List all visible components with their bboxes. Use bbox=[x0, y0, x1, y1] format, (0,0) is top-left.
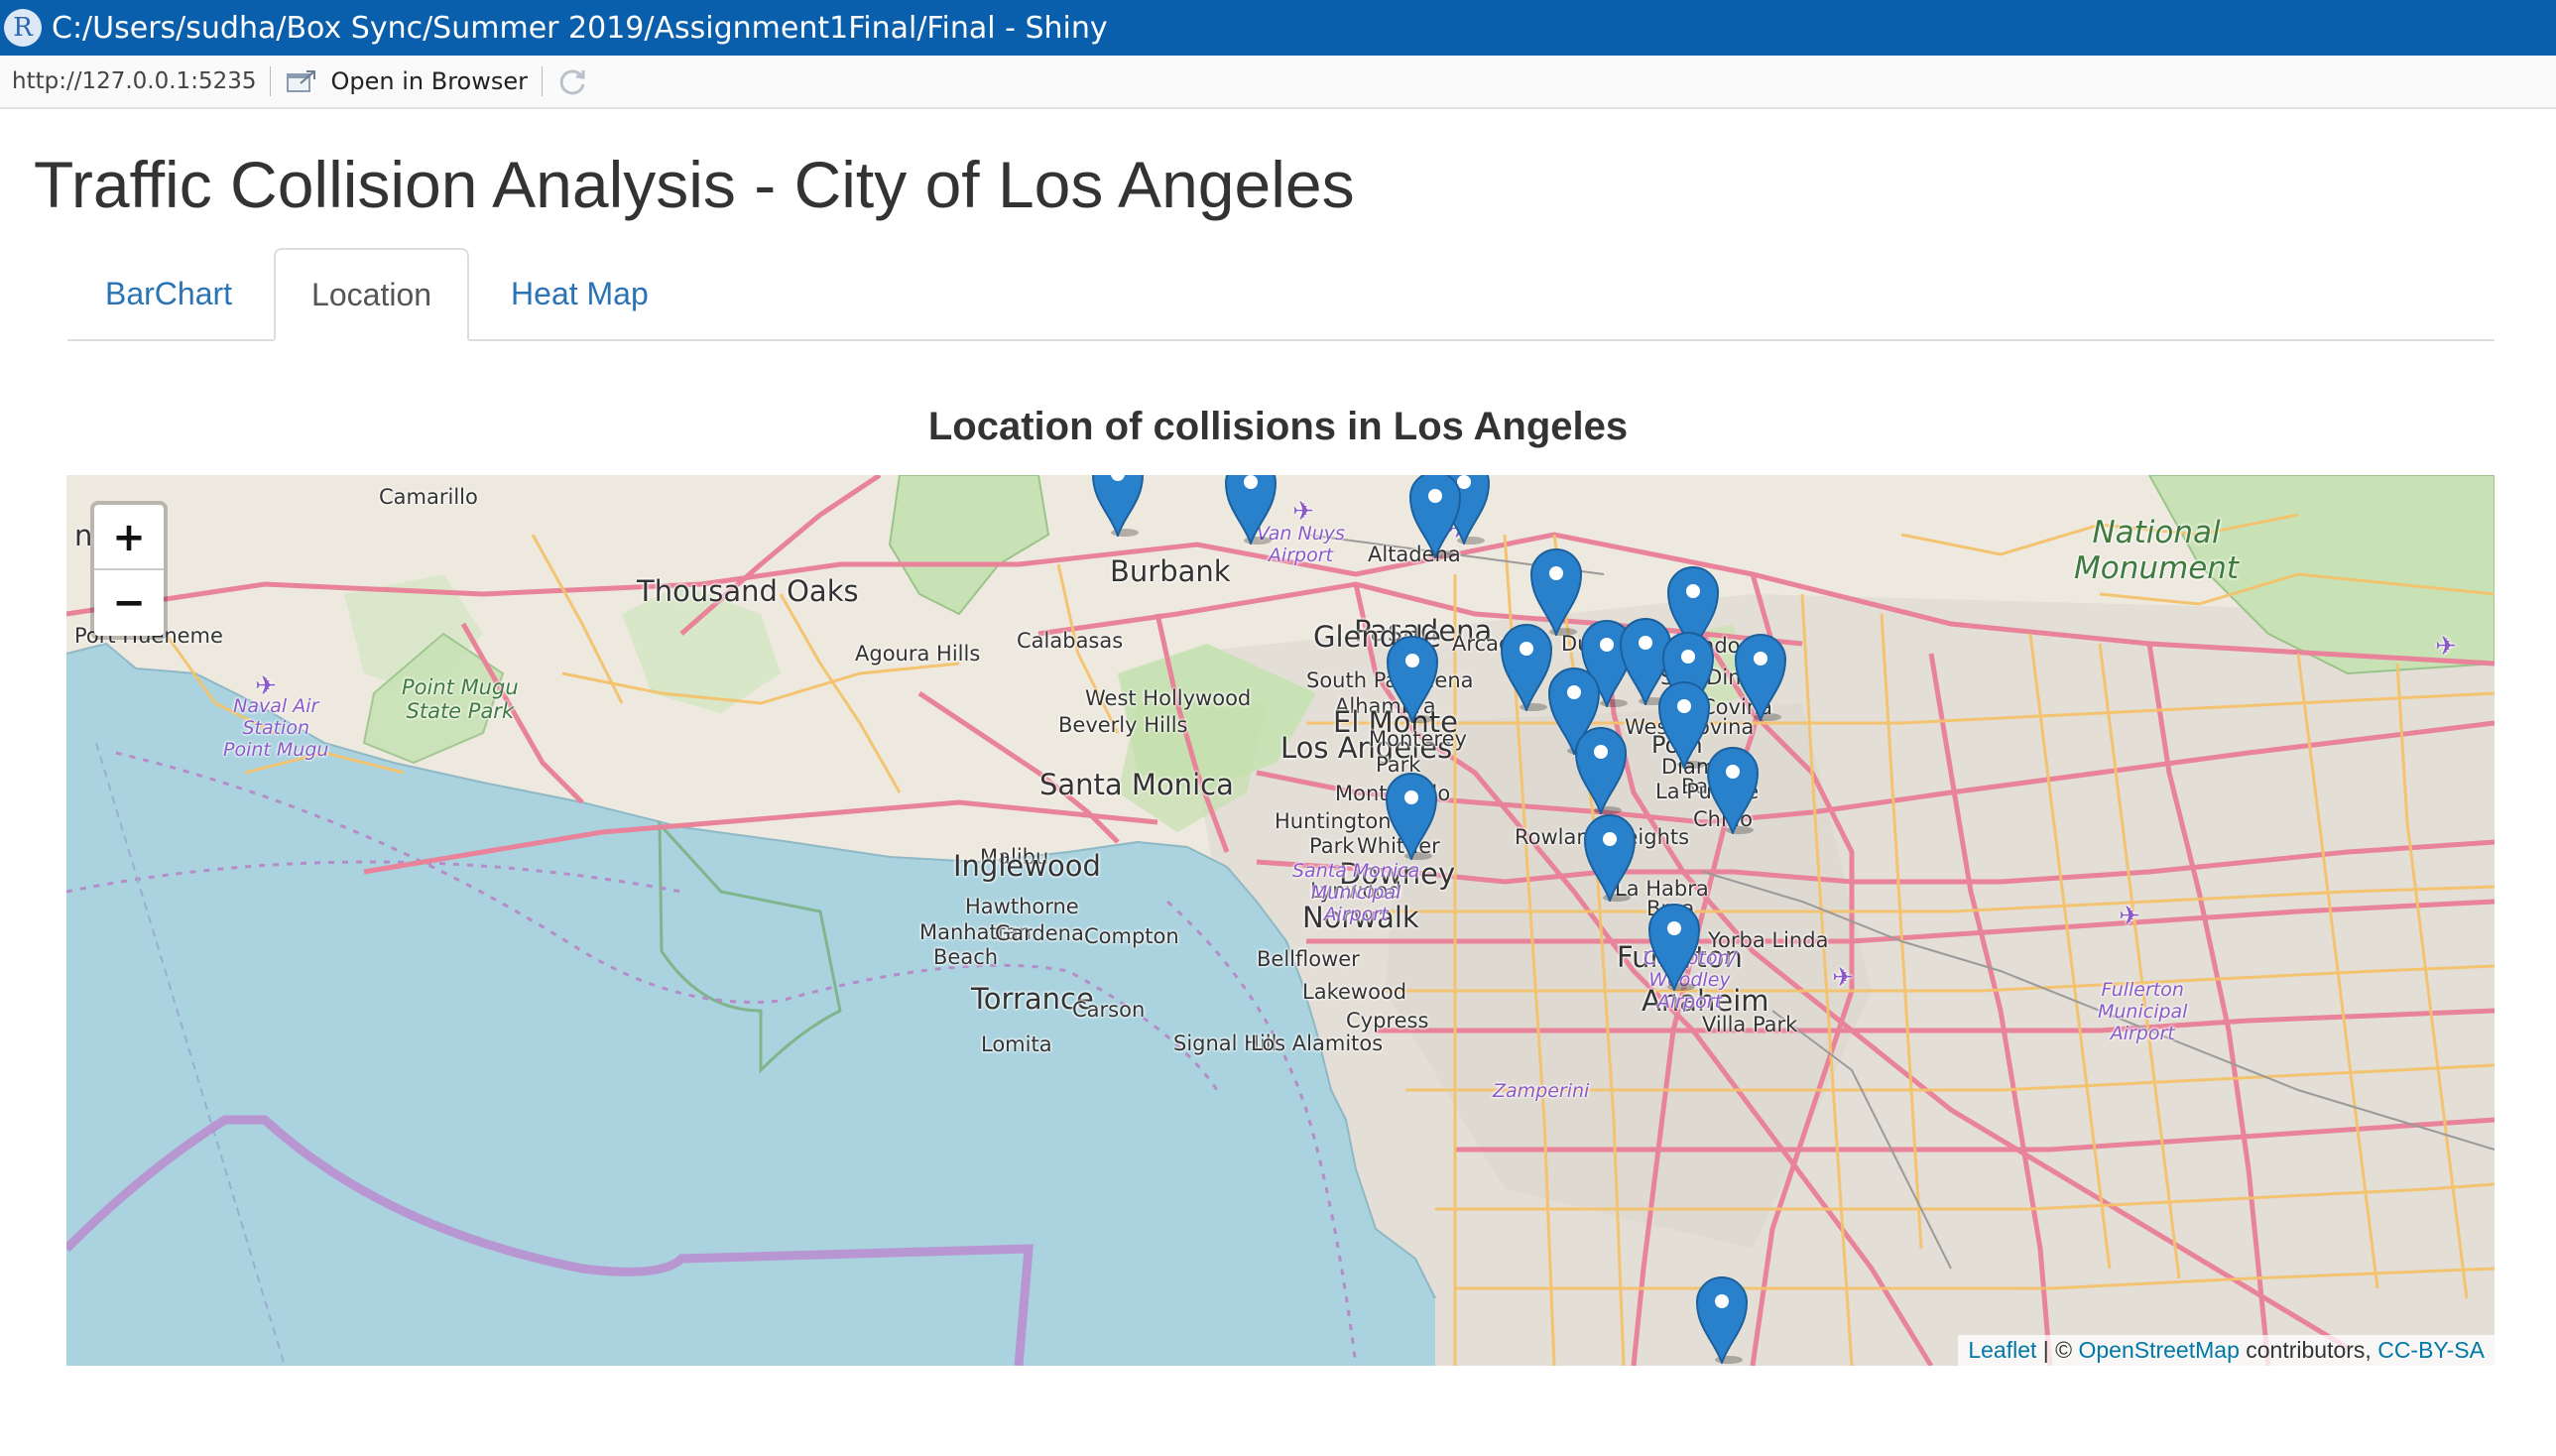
collision-marker[interactable] bbox=[1383, 769, 1440, 860]
airport-icon: ✈ bbox=[2435, 632, 2457, 662]
collision-marker[interactable] bbox=[1732, 630, 1789, 721]
zoom-in-button[interactable]: + bbox=[94, 505, 164, 570]
toolbar-divider bbox=[270, 66, 272, 96]
collision-marker[interactable] bbox=[1384, 632, 1441, 723]
toolbar-divider bbox=[541, 66, 543, 96]
map-label: Cypress bbox=[1346, 1009, 1429, 1032]
map-title: Location of collisions in Los Angeles bbox=[927, 405, 1629, 448]
airport-icon: ✈ bbox=[1292, 497, 1314, 527]
window-title: C:/Users/sudha/Box Sync/Summer 2019/Assi… bbox=[52, 10, 1108, 46]
map-label: Beverly Hills bbox=[1058, 713, 1188, 737]
map-label: Bellflower bbox=[1257, 947, 1360, 971]
tab-location[interactable]: Location bbox=[274, 248, 470, 341]
airport-icon: ✈ bbox=[255, 671, 277, 701]
map-label: Los Alamitos bbox=[1251, 1031, 1384, 1055]
attribution-separator: | © bbox=[2036, 1337, 2079, 1363]
zoom-control: + − bbox=[90, 501, 168, 640]
map-label: Gardena bbox=[995, 921, 1084, 945]
map-label: Calabasas bbox=[1017, 629, 1124, 653]
map-label: Huntington bbox=[1275, 809, 1392, 833]
tab-heat-map[interactable]: Heat Map bbox=[473, 248, 686, 339]
collision-marker[interactable] bbox=[1572, 723, 1630, 814]
map-label: Villa Park bbox=[1702, 1013, 1798, 1036]
collision-marker[interactable] bbox=[1693, 1273, 1751, 1364]
collision-marker[interactable] bbox=[1645, 900, 1703, 991]
tab-barchart[interactable]: BarChart bbox=[67, 248, 270, 339]
map-airport-label: Naval Air Station Point Mugu bbox=[223, 695, 329, 761]
airport-icon: ✈ bbox=[1832, 963, 1854, 993]
map-label: Inglewood bbox=[953, 849, 1101, 883]
map-label: Lomita bbox=[981, 1032, 1052, 1056]
map-label: Park bbox=[1309, 834, 1355, 858]
map-label: Thousand Oaks bbox=[637, 574, 859, 608]
map-label: Carson bbox=[1072, 998, 1146, 1022]
browser-window-icon bbox=[287, 70, 316, 92]
open-in-browser-label: Open in Browser bbox=[330, 67, 528, 95]
map-label: Santa Monica bbox=[1039, 768, 1234, 801]
map-airport-label: Zamperini bbox=[1493, 1080, 1590, 1102]
map-label: Hawthorne bbox=[965, 895, 1079, 918]
refresh-button[interactable] bbox=[556, 65, 588, 97]
license-link[interactable]: CC-BY-SA bbox=[2377, 1337, 2485, 1363]
attribution-contributors: contributors, bbox=[2239, 1337, 2378, 1363]
collision-marker[interactable] bbox=[1406, 475, 1464, 558]
map-label: Camarillo bbox=[379, 485, 478, 509]
open-in-browser-button[interactable]: Open in Browser bbox=[285, 67, 528, 95]
tab-bar: BarChart Location Heat Map bbox=[67, 248, 2495, 341]
map-label: Beach bbox=[933, 945, 999, 969]
zoom-out-button[interactable]: − bbox=[94, 570, 164, 636]
map-label: West Hollywood bbox=[1085, 686, 1252, 710]
page-title: Traffic Collision Analysis - City of Los… bbox=[34, 148, 1355, 221]
map-airport-label: Santa Monica Municipal Airport bbox=[1292, 860, 1420, 925]
collision-marker[interactable] bbox=[1089, 475, 1147, 537]
leaflet-map[interactable]: CamarillonardPort HuenemeThousand OaksAg… bbox=[66, 475, 2495, 1366]
openstreetmap-link[interactable]: OpenStreetMap bbox=[2078, 1337, 2239, 1363]
map-airport-label: Fullerton Municipal Airport bbox=[2098, 979, 2188, 1044]
map-park-label: National Monument bbox=[2074, 515, 2240, 586]
map-label: Agoura Hills bbox=[855, 642, 981, 666]
refresh-icon bbox=[559, 69, 585, 95]
map-label: Lakewood bbox=[1302, 980, 1407, 1004]
collision-marker[interactable] bbox=[1581, 810, 1639, 902]
airport-icon: ✈ bbox=[2119, 902, 2140, 931]
collision-marker[interactable] bbox=[1704, 743, 1762, 834]
r-app-icon: R bbox=[4, 9, 42, 47]
map-label: Burbank bbox=[1110, 554, 1231, 588]
viewer-toolbar: http://127.0.0.1:5235 Open in Browser bbox=[0, 56, 2556, 109]
map-label: Compton bbox=[1084, 924, 1179, 948]
map-attribution: Leaflet | © OpenStreetMap contributors, … bbox=[1958, 1335, 2495, 1366]
window-title-bar: R C:/Users/sudha/Box Sync/Summer 2019/As… bbox=[0, 0, 2556, 56]
map-park-label: Point Mugu State Park bbox=[402, 675, 519, 723]
leaflet-link[interactable]: Leaflet bbox=[1968, 1337, 2036, 1363]
url-display: http://127.0.0.1:5235 bbox=[12, 68, 257, 94]
collision-marker[interactable] bbox=[1222, 475, 1279, 545]
map-label: Monterey bbox=[1369, 727, 1467, 751]
